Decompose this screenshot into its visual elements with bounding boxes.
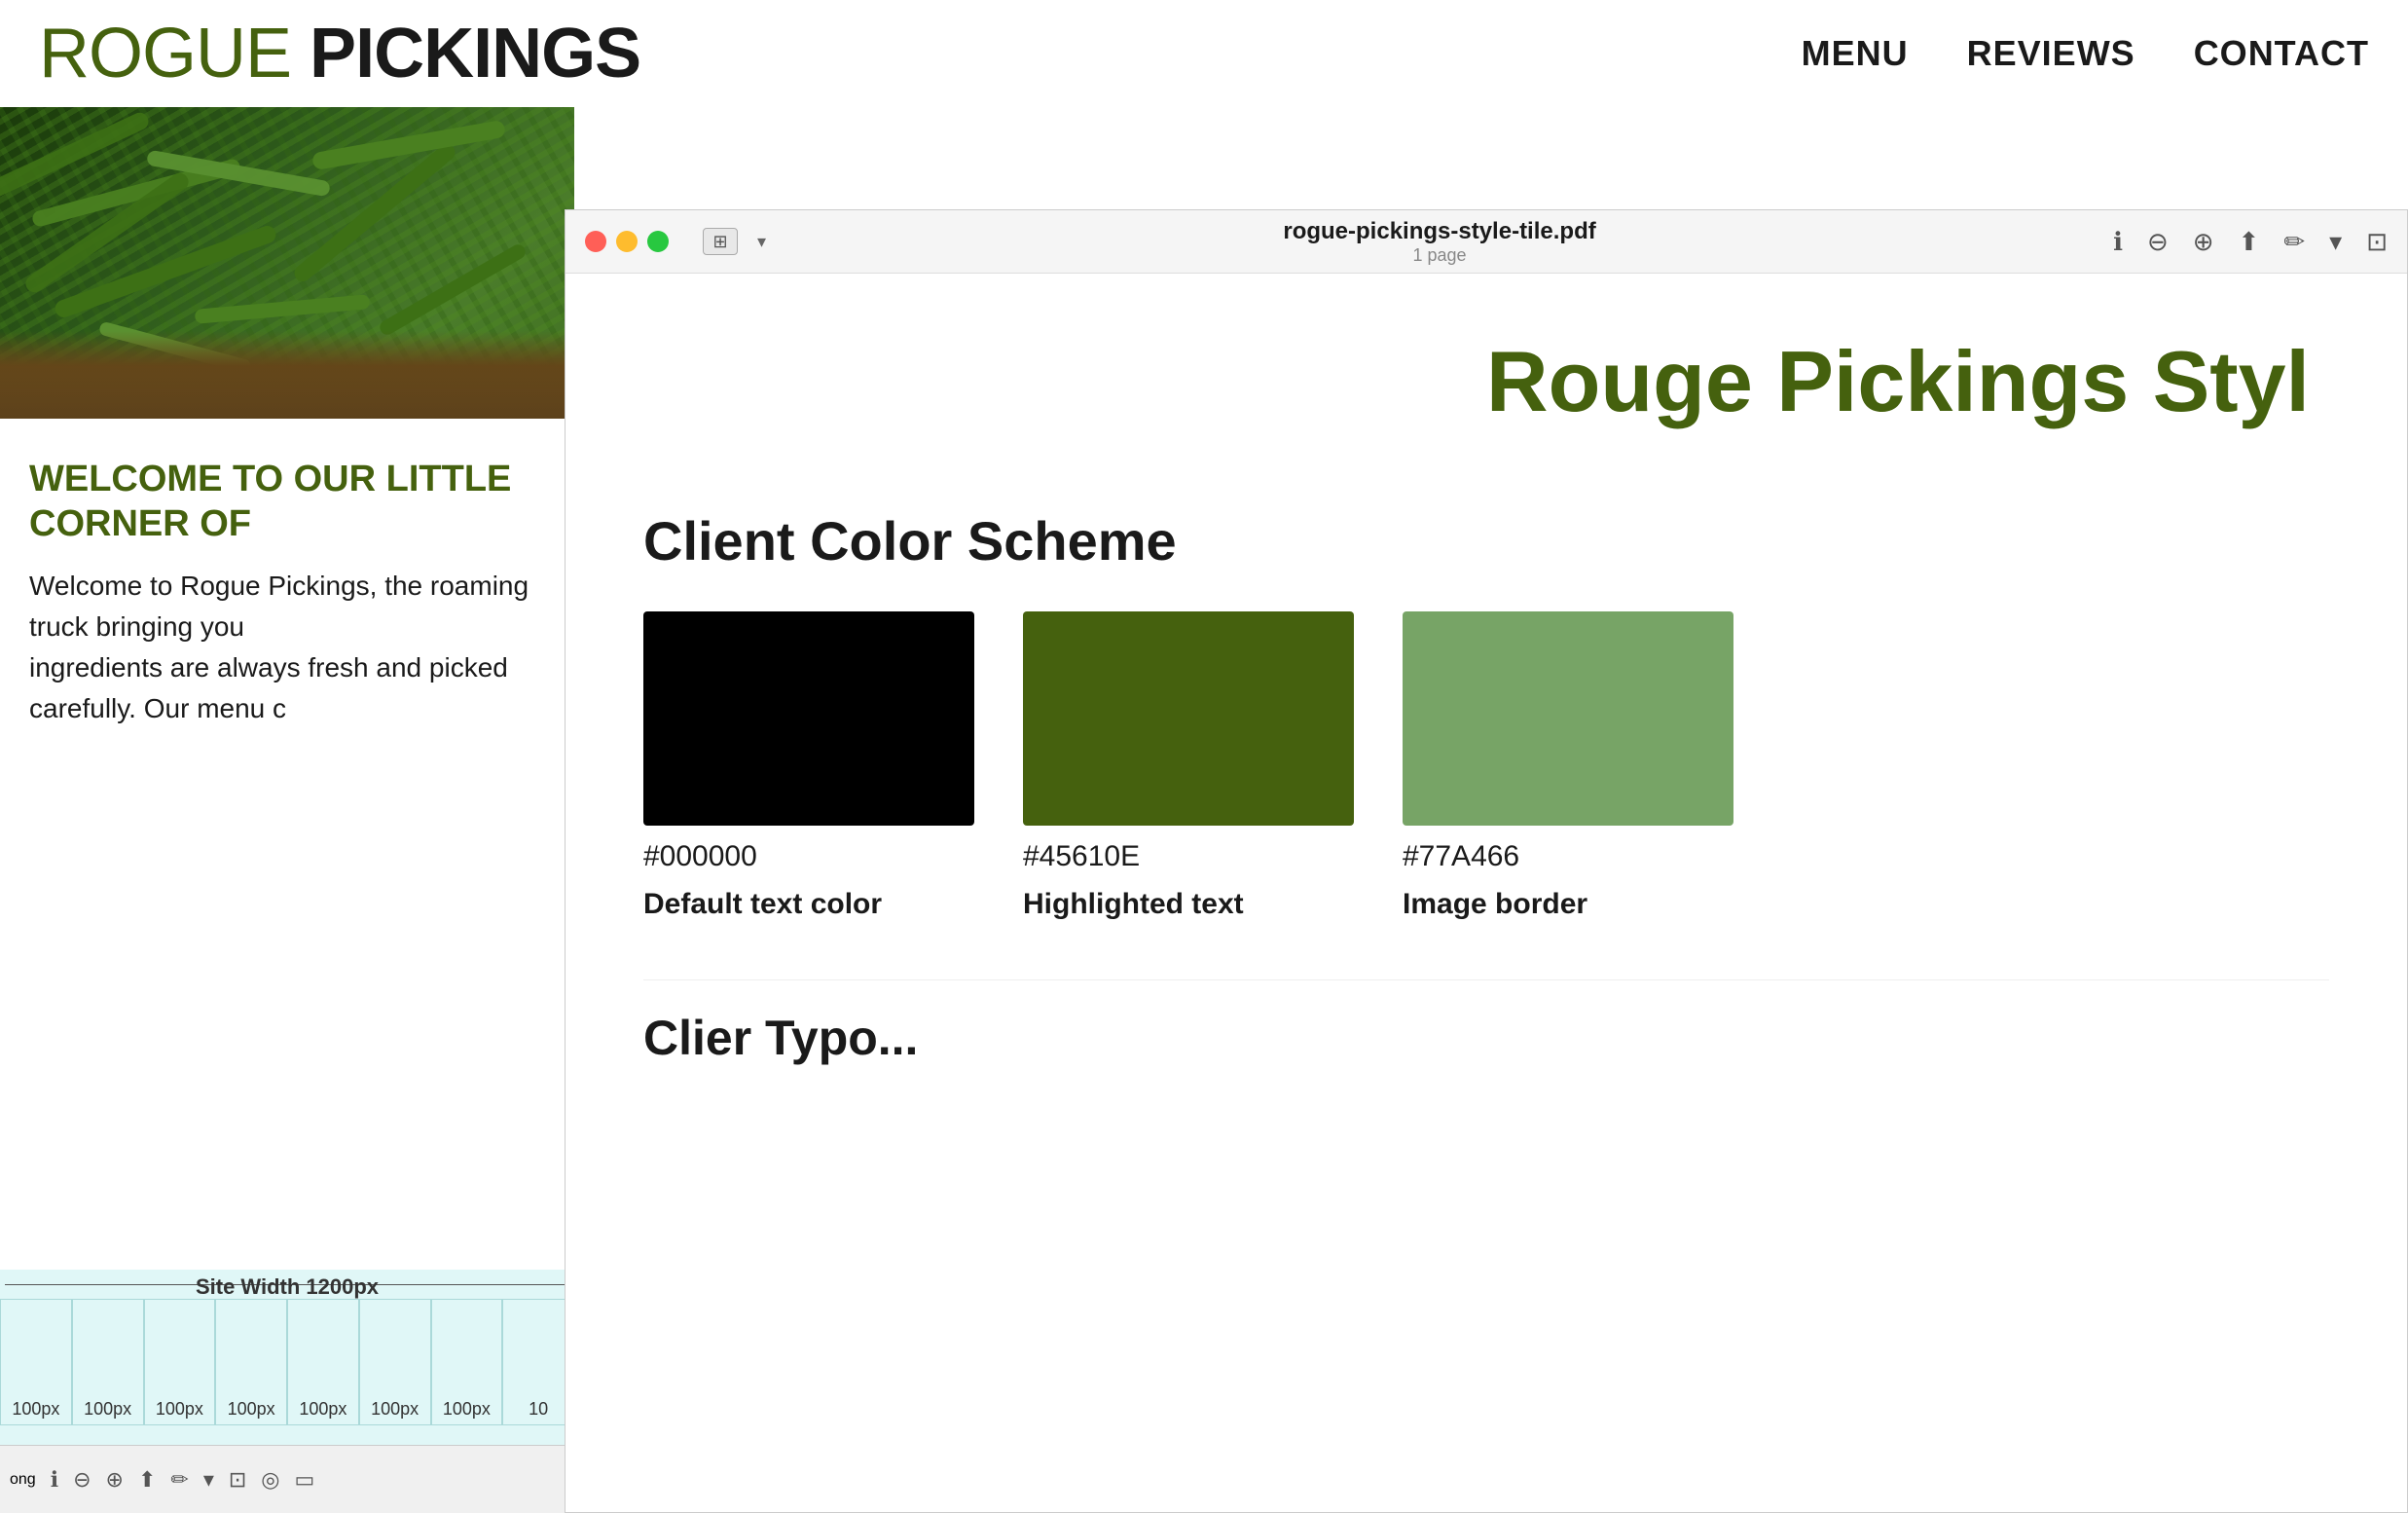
grid-col: 100px [287, 1299, 359, 1425]
location-icon[interactable]: ◎ [261, 1467, 279, 1493]
bottom-toolbar-text: ong [10, 1471, 36, 1489]
minimize-button[interactable] [616, 231, 638, 252]
site-header: ROGUE PICKINGS MENU REVIEWS CONTACT [0, 0, 2408, 107]
zoom-out-icon[interactable]: ⊖ [2147, 227, 2169, 257]
col-label: 100px [156, 1399, 203, 1420]
share-icon[interactable]: ⬆ [138, 1467, 156, 1493]
welcome-text-1: Welcome to Rogue Pickings, the roaming t… [29, 566, 545, 647]
pdf-titlebar: ⊞ ▾ rogue-pickings-style-tile.pdf 1 page… [566, 210, 2407, 274]
site-width-label: Site Width 1200px [196, 1274, 379, 1300]
dropdown-icon[interactable]: ▾ [203, 1467, 214, 1493]
grid-col: 100px [431, 1299, 503, 1425]
nav-contact[interactable]: CONTACT [2194, 33, 2369, 74]
next-section-text: Clier Typo... [643, 1011, 918, 1065]
expand-icon[interactable]: ⊡ [2366, 227, 2388, 257]
welcome-heading: WELCOME TO OUR LITTLE CORNER OF [29, 458, 545, 546]
grid-overlay: Site Width 1200px 100px 100px 100px 100p… [0, 1270, 574, 1445]
pdf-filename: rogue-pickings-style-tile.pdf [785, 218, 2094, 245]
col-label: 100px [371, 1399, 419, 1420]
welcome-text-2: ingredients are always fresh and picked … [29, 647, 545, 729]
share-icon[interactable]: ⬆ [2239, 227, 2260, 257]
zoom-in-icon[interactable]: ⊕ [2193, 227, 2214, 257]
grid-col: 100px [72, 1299, 144, 1425]
color-scheme-section: Client Color Scheme #000000 Default text… [643, 509, 2329, 921]
website-background: WELCOME TO OUR LITTLE CORNER OF Welcome … [0, 107, 574, 1513]
traffic-lights [585, 231, 669, 252]
col-label: 100px [443, 1399, 491, 1420]
col-label: 100px [12, 1399, 59, 1420]
pdf-toolbar-icons: ℹ ⊖ ⊕ ⬆ ✏ ▾ ⊡ [2113, 227, 2388, 257]
col-label: 10 [529, 1399, 548, 1420]
extra-icon[interactable]: ▭ [295, 1467, 315, 1493]
swatch-label-1: Default text color [643, 888, 974, 921]
welcome-section: WELCOME TO OUR LITTLE CORNER OF Welcome … [0, 419, 574, 768]
grid-col: 100px [144, 1299, 216, 1425]
info-icon[interactable]: ℹ [51, 1467, 58, 1493]
zoom-out-icon[interactable]: ⊖ [73, 1467, 91, 1493]
sidebar-icon: ⊞ [712, 232, 727, 252]
nav-menu[interactable]: MENU [1802, 33, 1909, 74]
swatch-box-black [643, 611, 974, 826]
pdf-pages: 1 page [785, 245, 2094, 266]
expand-icon[interactable]: ⊡ [229, 1467, 246, 1493]
grid-col: 100px [0, 1299, 72, 1425]
col-label: 100px [84, 1399, 131, 1420]
pdf-content: Rouge Pickings Styl Client Color Scheme … [566, 274, 2407, 1512]
swatch-hex-1: #000000 [643, 840, 974, 873]
logo-pickings: PICKINGS [310, 15, 640, 92]
grid-col: 100px [359, 1299, 431, 1425]
pdf-document-title: Rouge Pickings Styl [643, 332, 2329, 431]
pdf-viewer-window: ⊞ ▾ rogue-pickings-style-tile.pdf 1 page… [565, 209, 2408, 1513]
col-label: 100px [228, 1399, 275, 1420]
bottom-toolbar: ong ℹ ⊖ ⊕ ⬆ ✏ ▾ ⊡ ◎ ▭ [0, 1445, 574, 1513]
site-logo: ROGUE PICKINGS [39, 18, 640, 89]
pdf-filename-area: rogue-pickings-style-tile.pdf 1 page [785, 218, 2094, 266]
grid-col: 100px [215, 1299, 287, 1425]
maximize-button[interactable] [647, 231, 669, 252]
nav-reviews[interactable]: REVIEWS [1967, 33, 2135, 74]
swatch-label-3: Image border [1403, 888, 1733, 921]
col-label: 100px [299, 1399, 347, 1420]
close-button[interactable] [585, 231, 606, 252]
grid-columns: 100px 100px 100px 100px 100px 100px 100p… [0, 1299, 574, 1425]
swatch-hex-2: #45610E [1023, 840, 1354, 873]
color-scheme-heading: Client Color Scheme [643, 509, 2329, 572]
pen-icon[interactable]: ✏ [2283, 227, 2305, 257]
dropdown-icon[interactable]: ▾ [2329, 227, 2342, 257]
logo-rogue: ROGUE [39, 15, 291, 92]
info-icon[interactable]: ℹ [2113, 227, 2123, 257]
color-swatches: #000000 Default text color #45610E Highl… [643, 611, 2329, 921]
sidebar-toggle[interactable]: ⊞ [703, 228, 738, 255]
main-nav: MENU REVIEWS CONTACT [1802, 33, 2369, 74]
swatch-hex-3: #77A466 [1403, 840, 1733, 873]
chevron-down-icon[interactable]: ▾ [757, 232, 766, 252]
color-swatch-green: #45610E Highlighted text [1023, 611, 1354, 921]
pen-icon[interactable]: ✏ [170, 1467, 188, 1493]
next-section-hint: Clier Typo... [643, 979, 2329, 1066]
grid-col: 10 [502, 1299, 574, 1425]
zoom-in-icon[interactable]: ⊕ [106, 1467, 124, 1493]
swatch-label-2: Highlighted text [1023, 888, 1354, 921]
swatch-box-green [1023, 611, 1354, 826]
color-swatch-light-green: #77A466 Image border [1403, 611, 1733, 921]
hero-image [0, 107, 574, 419]
swatch-box-light-green [1403, 611, 1733, 826]
color-swatch-black: #000000 Default text color [643, 611, 974, 921]
